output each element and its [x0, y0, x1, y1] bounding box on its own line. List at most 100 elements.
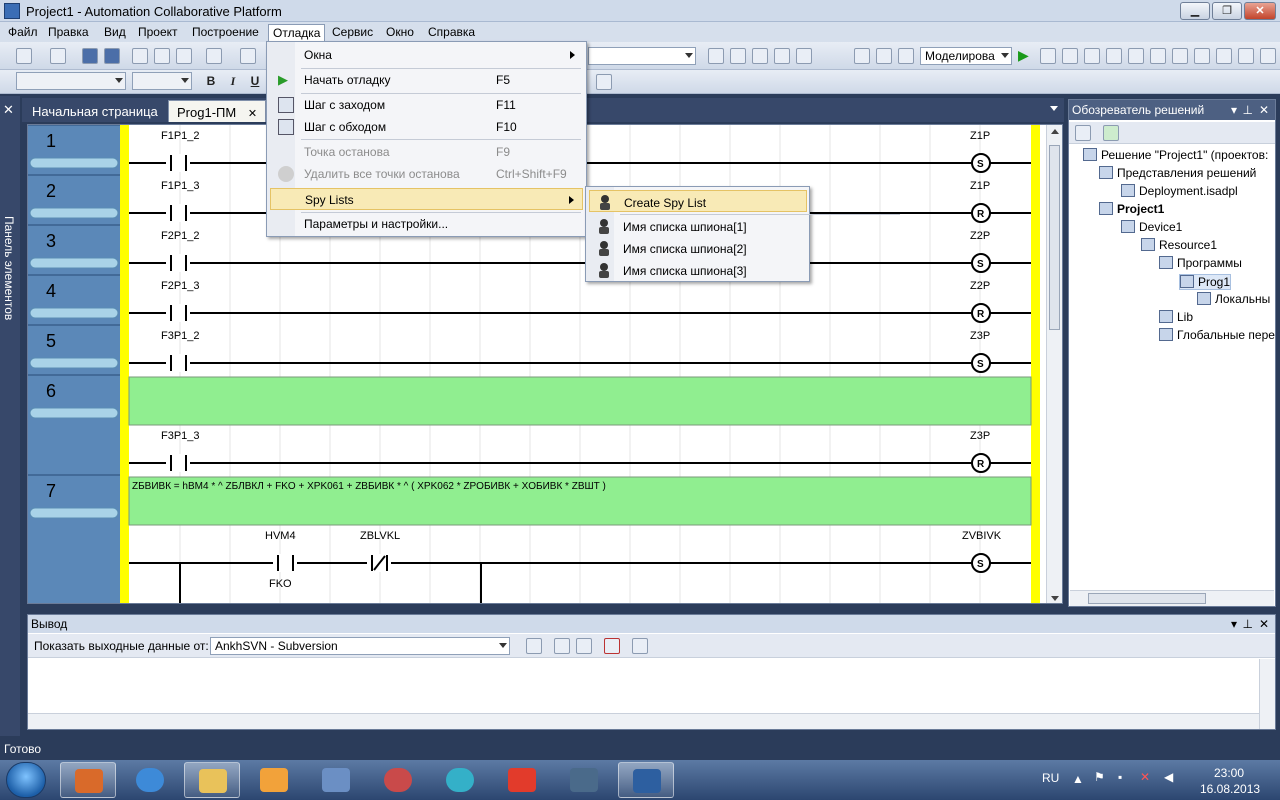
menu-edit[interactable]: Правка [44, 24, 93, 41]
panel-close-icon[interactable]: ✕ [1259, 617, 1269, 631]
network-icon[interactable]: ✕ [1140, 770, 1150, 784]
tree-node[interactable]: Представления решений [1099, 166, 1256, 180]
debug-icon[interactable] [1194, 48, 1210, 64]
menu-item-spy-list-3[interactable]: Имя списка шпиона[3] [589, 259, 807, 281]
volume-icon[interactable]: ◀ [1164, 770, 1173, 784]
flag-icon[interactable]: ⚑ [1094, 770, 1105, 784]
scroll-down-icon[interactable] [1051, 596, 1059, 601]
toolbox-label[interactable]: Панель элементов [2, 216, 16, 320]
taskbar-kmp[interactable] [556, 762, 612, 798]
tray-app-icon[interactable]: ▪ [1118, 770, 1122, 784]
toolbox-icon[interactable]: ✕ [3, 102, 17, 117]
minimize-button[interactable]: ▁ [1180, 2, 1210, 20]
save-all-icon[interactable] [104, 48, 120, 64]
cut-icon[interactable] [132, 48, 148, 64]
language-indicator[interactable]: RU [1042, 771, 1059, 785]
editor-scroll-thumb[interactable] [1049, 145, 1060, 330]
menu-view[interactable]: Вид [100, 24, 130, 41]
menu-item-step-over[interactable]: Шаг с обходом F10 [270, 116, 583, 138]
menu-tools[interactable]: Сервис [328, 24, 377, 41]
new-project-icon[interactable] [16, 48, 32, 64]
italic-button[interactable]: I [224, 74, 242, 90]
paste-icon[interactable] [176, 48, 192, 64]
properties-icon[interactable] [730, 48, 746, 64]
mode-combo[interactable]: Моделирова [920, 47, 1012, 65]
tree-node[interactable]: Resource1 [1141, 238, 1217, 252]
solution-horizontal-scrollbar[interactable] [1070, 590, 1274, 606]
refresh-icon[interactable] [1216, 48, 1232, 64]
step-icon[interactable] [1062, 48, 1078, 64]
menu-item-delete-breakpoints[interactable]: Удалить все точки останова Ctrl+Shift+F9 [270, 163, 583, 185]
taskbar-acp[interactable] [618, 762, 674, 798]
panel-menu-icon[interactable]: ▾ [1231, 103, 1237, 117]
prev-message-icon[interactable] [554, 638, 570, 654]
menu-project[interactable]: Проект [134, 24, 182, 41]
font-combo[interactable] [16, 72, 126, 90]
settings-icon[interactable] [1260, 48, 1276, 64]
menu-item-spy-list-1[interactable]: Имя списка шпиона[1] [589, 215, 807, 237]
menu-debug[interactable]: Отладка [268, 24, 326, 41]
tree-node[interactable]: Локальны [1197, 292, 1270, 306]
explorer-icon[interactable] [752, 48, 768, 64]
tree-node[interactable]: Prog1 [1179, 274, 1232, 290]
menu-item-step-into[interactable]: Шаг с заходом F11 [270, 94, 583, 116]
refresh-icon[interactable] [1103, 125, 1119, 141]
gear-icon[interactable] [1238, 48, 1254, 64]
taskbar-media[interactable] [246, 762, 302, 798]
pin-icon[interactable]: ⊥ [1243, 617, 1253, 631]
deploy-icon[interactable] [876, 48, 892, 64]
clock-date[interactable]: 16.08.2013 [1200, 782, 1260, 796]
goto-icon[interactable] [526, 638, 542, 654]
save-icon[interactable] [82, 48, 98, 64]
build-icon[interactable] [854, 48, 870, 64]
start-button[interactable] [6, 762, 46, 798]
lock-icon[interactable] [1150, 48, 1166, 64]
taskbar-maxpack[interactable] [494, 762, 550, 798]
output-icon[interactable] [796, 48, 812, 64]
spy-icon[interactable] [1106, 48, 1122, 64]
taskbar-app-6[interactable] [370, 762, 426, 798]
tray-expand-icon[interactable]: ▲ [1072, 772, 1084, 786]
bold-button[interactable]: B [202, 74, 220, 90]
unlock-icon[interactable] [1172, 48, 1188, 64]
menu-item-spy-list-2[interactable]: Имя списка шпиона[2] [589, 237, 807, 259]
run-icon[interactable]: ▶ [1018, 48, 1034, 64]
menu-file[interactable]: Файл [4, 24, 42, 41]
tree-node[interactable]: Device1 [1121, 220, 1182, 234]
tree-node[interactable]: Lib [1159, 310, 1193, 324]
tree-node[interactable]: Deployment.isadpl [1121, 184, 1238, 198]
editor-vertical-scrollbar[interactable] [1046, 125, 1062, 603]
tree-node[interactable]: Project1 [1099, 202, 1164, 216]
clear-all-icon[interactable] [604, 638, 620, 654]
taskbar-explorer[interactable] [184, 762, 240, 798]
menu-item-create-spy-list[interactable]: Create Spy List [589, 190, 807, 212]
search-combo[interactable] [588, 47, 696, 65]
taskbar-ie[interactable] [122, 762, 178, 798]
menu-item-spy-lists[interactable]: Spy Lists [270, 188, 583, 210]
underline-button[interactable]: U [246, 74, 264, 90]
menu-item-options[interactable]: Параметры и настройки... [270, 213, 583, 235]
font-size-combo[interactable] [132, 72, 192, 90]
output-source-combo[interactable]: AnkhSVN - Subversion [210, 637, 510, 655]
menu-item-start-debug[interactable]: ▶ Начать отладку F5 [270, 69, 583, 91]
solution-scroll-thumb[interactable] [1088, 593, 1206, 604]
tab-close-icon[interactable]: ✕ [248, 108, 257, 120]
panel-close-icon[interactable]: ✕ [1259, 103, 1269, 117]
add-item-icon[interactable] [50, 48, 66, 64]
output-horizontal-scrollbar[interactable] [28, 713, 1259, 729]
menu-help[interactable]: Справка [424, 24, 479, 41]
properties-icon[interactable] [1075, 125, 1091, 141]
clock-time[interactable]: 23:00 [1214, 766, 1244, 780]
tab-prog1[interactable]: Prog1-ПМ ✕ [168, 100, 267, 122]
tree-node[interactable]: Программы [1159, 256, 1242, 270]
watch-icon[interactable] [1084, 48, 1100, 64]
taskbar-app-5[interactable] [308, 762, 364, 798]
redo-icon[interactable] [240, 48, 256, 64]
output-text-area[interactable] [28, 659, 1275, 713]
menu-build[interactable]: Построение [188, 24, 263, 41]
menu-item-breakpoint[interactable]: Точка останова F9 [270, 141, 583, 163]
stop-icon[interactable] [1040, 48, 1056, 64]
menu-item-windows[interactable]: Окна [270, 44, 583, 66]
tree-node[interactable]: Глобальные пере [1159, 328, 1275, 342]
tree-node[interactable]: Решение "Project1" (проектов: [1083, 148, 1268, 162]
